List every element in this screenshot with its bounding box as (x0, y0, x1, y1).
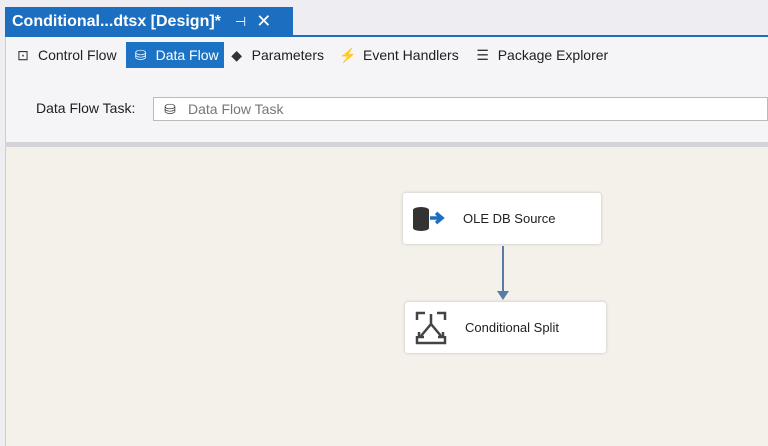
node-label: OLE DB Source (463, 211, 556, 226)
task-selector-combo[interactable]: ⛁ Data Flow Task (153, 97, 768, 121)
designer-tabs: ⊡ Control Flow ⛁ Data Flow ◆ Parameters ⚡ Ev… (8, 42, 613, 68)
document-tab[interactable]: Conditional...dtsx [Design]* ⊣ ✕ (5, 7, 293, 36)
data-flow-icon: ⛁ (134, 46, 147, 63)
tab-label: Data Flow (155, 47, 219, 63)
pin-icon[interactable]: ⊣ (235, 14, 246, 30)
ole-db-source-node[interactable]: OLE DB Source (403, 193, 601, 244)
package-explorer-icon: ☰ (476, 46, 489, 63)
tab-event-handlers[interactable]: ⚡ Event Handlers (333, 42, 464, 68)
design-canvas[interactable] (5, 147, 768, 446)
parameters-icon: ◆ (231, 46, 243, 63)
event-handlers-icon: ⚡ (339, 46, 357, 63)
conditional-split-node[interactable]: Conditional Split (405, 302, 606, 353)
conditional-split-icon (415, 311, 447, 344)
tab-data-flow[interactable]: ⛁ Data Flow (125, 42, 224, 68)
tab-label: Control Flow (38, 47, 117, 63)
tab-label: Package Explorer (497, 47, 609, 63)
data-path-connector[interactable] (502, 246, 504, 294)
document-tab-title: Conditional...dtsx [Design]* (12, 12, 221, 30)
control-flow-icon: ⊡ (17, 46, 29, 63)
ole-db-source-icon (413, 206, 445, 231)
node-label: Conditional Split (465, 320, 559, 335)
task-selector-label: Data Flow Task: (36, 100, 136, 116)
tab-package-explorer[interactable]: ☰ Package Explorer (468, 42, 614, 68)
tab-label: Parameters (251, 47, 324, 63)
tab-control-flow[interactable]: ⊡ Control Flow (8, 42, 122, 68)
data-flow-icon: ⛁ (164, 100, 176, 117)
tab-parameters[interactable]: ◆ Parameters (222, 42, 329, 68)
task-selector-value: Data Flow Task (188, 101, 284, 117)
connector-arrowhead (497, 291, 509, 300)
tab-label: Event Handlers (362, 47, 459, 63)
close-icon[interactable]: ✕ (256, 11, 271, 32)
